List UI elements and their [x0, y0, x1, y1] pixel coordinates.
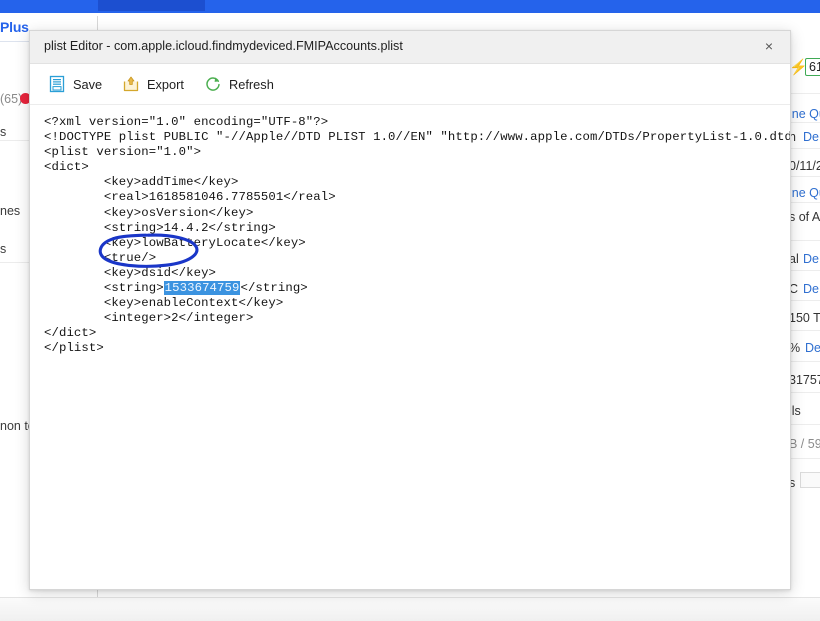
background-right-link[interactable]: ine Qu: [789, 107, 820, 121]
background-plus-link[interactable]: Plus: [0, 19, 29, 35]
app-top-bar-segment: [98, 0, 205, 11]
dialog-title: plist Editor - com.apple.icloud.findmyde…: [44, 39, 403, 53]
background-right-link[interactable]: De: [803, 130, 819, 144]
plist-editor-textarea[interactable]: <?xml version="1.0" encoding="UTF-8"?> <…: [30, 105, 790, 589]
xml-before-selection: <?xml version="1.0" encoding="UTF-8"?> <…: [44, 115, 790, 296]
background-left-fragment: nes: [0, 204, 21, 218]
close-icon[interactable]: ×: [752, 31, 786, 62]
dialog-title-bar: plist Editor - com.apple.icloud.findmyde…: [30, 31, 790, 64]
background-right-fragment: 150 Ti: [789, 311, 820, 325]
background-right-fragment: B / 59: [789, 437, 820, 451]
background-right-fragment: 31757: [789, 373, 820, 387]
background-right-link[interactable]: De: [805, 341, 820, 355]
background-status-strip: [0, 597, 820, 621]
background-right-link[interactable]: ine Qu: [789, 186, 820, 200]
app-top-bar: [0, 0, 820, 13]
export-label: Export: [147, 76, 184, 92]
save-icon: [48, 75, 66, 93]
background-right-fragment: s of A: [789, 210, 820, 224]
refresh-label: Refresh: [229, 76, 274, 92]
save-button[interactable]: Save: [44, 73, 106, 95]
export-button[interactable]: Export: [118, 73, 188, 95]
background-right-fragment: 0/11/2: [789, 159, 820, 173]
background-right-control[interactable]: [800, 472, 820, 488]
background-right-link[interactable]: De: [803, 252, 819, 266]
refresh-button[interactable]: Refresh: [200, 73, 278, 95]
selected-dsid-value[interactable]: 1533674759: [163, 281, 241, 296]
export-icon: [122, 75, 140, 93]
plist-editor-dialog: plist Editor - com.apple.icloud.findmyde…: [29, 30, 791, 590]
plist-xml-content[interactable]: <?xml version="1.0" encoding="UTF-8"?> <…: [30, 115, 790, 357]
refresh-icon: [204, 75, 222, 93]
dialog-toolbar: Save Export Refresh: [30, 64, 790, 105]
save-label: Save: [73, 76, 103, 92]
background-right-link[interactable]: De: [803, 282, 819, 296]
background-left-fragment: s: [0, 242, 7, 256]
battery-level-value: 61: [805, 58, 820, 76]
background-count-label: (65): [0, 92, 23, 106]
background-left-fragment: s: [0, 125, 7, 139]
